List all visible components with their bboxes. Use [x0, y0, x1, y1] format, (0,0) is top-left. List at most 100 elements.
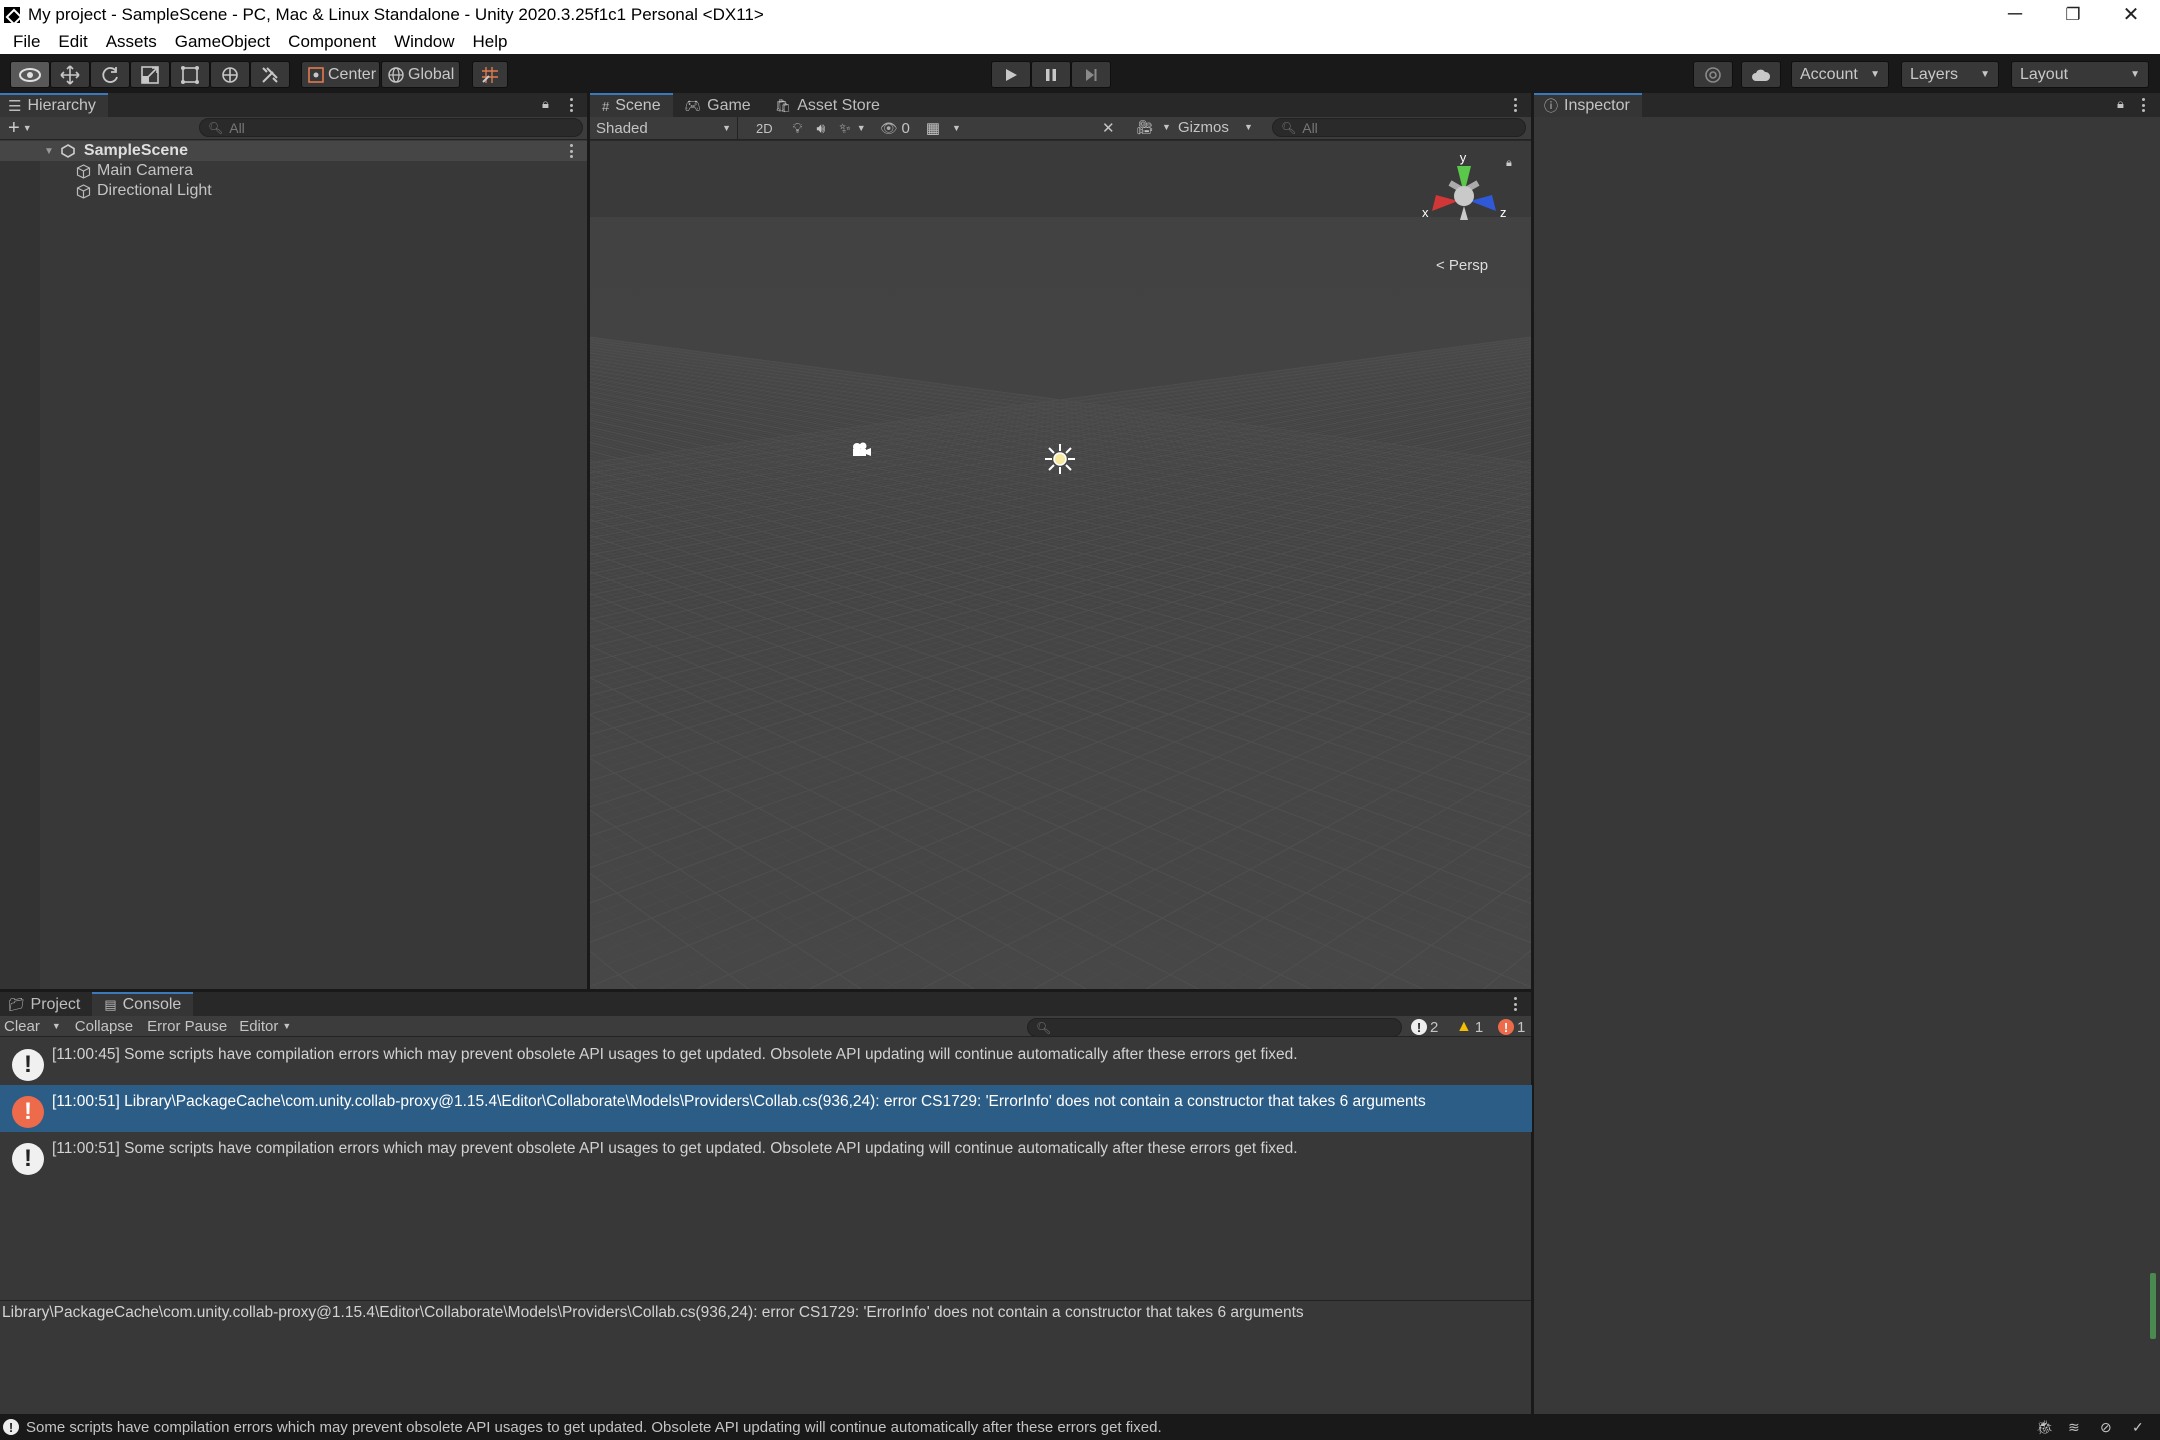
- menu-gameobject[interactable]: GameObject: [166, 32, 279, 52]
- minimize-button[interactable]: ─: [1986, 0, 2044, 29]
- console-entry[interactable]: ! [11:00:45] Some scripts have compilati…: [0, 1038, 1532, 1085]
- chevron-down-icon[interactable]: ▼: [1162, 122, 1171, 132]
- camera-icon[interactable]: 🎥︎: [1136, 119, 1154, 136]
- scene-menu-icon[interactable]: [1513, 98, 1517, 112]
- lock-icon[interactable]: 🔒︎: [542, 96, 549, 112]
- console-entry[interactable]: ! [11:00:51] Some scripts have compilati…: [0, 1132, 1532, 1179]
- lighting-toggle-icon[interactable]: 💡︎: [793, 120, 803, 137]
- lock-icon[interactable]: 🔒︎: [1506, 157, 1512, 170]
- status-message[interactable]: Some scripts have compilation errors whi…: [26, 1419, 1162, 1436]
- audio-toggle-icon[interactable]: 🔊︎: [816, 120, 825, 137]
- grid-toggle-icon[interactable]: ▦: [926, 119, 940, 137]
- menu-assets[interactable]: Assets: [97, 32, 166, 52]
- expand-arrow-icon[interactable]: ▼: [44, 146, 54, 157]
- tab-project[interactable]: 📁︎ Project: [0, 992, 93, 1016]
- projection-toggle[interactable]: < Persp: [1436, 257, 1488, 274]
- check-circle-icon[interactable]: ✓: [2132, 1419, 2144, 1436]
- debug-icon[interactable]: 🐞︎: [2036, 1419, 2054, 1436]
- custom-tool-button[interactable]: [250, 61, 290, 88]
- collapse-toggle[interactable]: Collapse: [75, 1018, 133, 1035]
- rect-tool-button[interactable]: [170, 61, 210, 88]
- gizmo-z-label: z: [1500, 205, 1507, 220]
- chevron-down-icon[interactable]: ▼: [282, 1021, 291, 1031]
- layout-dropdown[interactable]: Layout ▼: [2011, 61, 2149, 88]
- create-plus-icon[interactable]: +: [8, 117, 20, 140]
- warning-icon: ▲: [1456, 1018, 1472, 1035]
- grid-snap-icon: [482, 66, 498, 83]
- chevron-down-icon[interactable]: ▼: [23, 123, 32, 133]
- chevron-down-icon[interactable]: ▼: [952, 123, 961, 133]
- hidden-objects-icon[interactable]: 👁︎: [880, 120, 898, 137]
- collab-button[interactable]: [1693, 61, 1733, 88]
- gizmos-button[interactable]: Gizmos: [1178, 119, 1229, 136]
- restore-button[interactable]: ❐: [2044, 0, 2102, 29]
- clear-button[interactable]: Clear: [4, 1018, 40, 1035]
- tab-hierarchy[interactable]: ☰ Hierarchy: [0, 93, 108, 117]
- camera-gizmo-icon[interactable]: [848, 440, 872, 460]
- tab-inspector[interactable]: ⓘ Inspector: [1534, 93, 1642, 117]
- pivot-mode-button[interactable]: Center: [301, 61, 380, 88]
- editor-target-dropdown[interactable]: Editor: [239, 1018, 278, 1035]
- sun-light-gizmo-icon[interactable]: [1043, 442, 1077, 476]
- rect-transform-icon: [181, 65, 199, 84]
- chevron-down-icon[interactable]: ▼: [1244, 122, 1253, 132]
- console-divider: [0, 1300, 1531, 1301]
- cloud-button[interactable]: [1741, 61, 1781, 88]
- inspector-menu-icon[interactable]: [2141, 98, 2145, 112]
- view-tool-button[interactable]: [10, 61, 50, 88]
- chevron-down-icon[interactable]: ▼: [857, 123, 866, 133]
- menu-help[interactable]: Help: [464, 32, 517, 52]
- tab-console[interactable]: ▤ Console: [92, 992, 194, 1016]
- scene-menu-icon[interactable]: [569, 144, 573, 158]
- menu-edit[interactable]: Edit: [49, 32, 96, 52]
- layers-label: Layers: [1910, 65, 1959, 83]
- console-menu-icon[interactable]: [1513, 997, 1517, 1011]
- play-button[interactable]: [991, 61, 1031, 88]
- step-button[interactable]: [1071, 61, 1111, 88]
- console-entry-selected[interactable]: ! [11:00:51] Library\PackageCache\com.un…: [0, 1085, 1532, 1132]
- lock-icon[interactable]: 🔒︎: [2117, 96, 2124, 112]
- console-search-input[interactable]: 🔍︎: [1027, 1018, 1402, 1037]
- transform-tool-button[interactable]: [210, 61, 250, 88]
- hierarchy-menu-icon[interactable]: [569, 98, 573, 112]
- tab-asset-store[interactable]: 🛍︎ Asset Store: [762, 93, 892, 117]
- menu-component[interactable]: Component: [279, 32, 385, 52]
- scene-row[interactable]: ▼ SampleScene: [0, 141, 587, 161]
- tab-console-label: Console: [122, 996, 182, 1013]
- info-count-toggle[interactable]: ! 2: [1411, 1018, 1438, 1036]
- tab-scene[interactable]: # Scene: [590, 93, 673, 117]
- rotate-tool-button[interactable]: [90, 61, 130, 88]
- close-button[interactable]: ✕: [2102, 0, 2160, 29]
- error-pause-toggle[interactable]: Error Pause: [147, 1018, 227, 1035]
- scale-tool-button[interactable]: [130, 61, 170, 88]
- window-controls: ─ ❐ ✕: [1986, 0, 2160, 29]
- effects-toggle-icon[interactable]: ✨︎: [839, 120, 851, 137]
- scene-search-input[interactable]: 🔍︎ All: [1272, 118, 1526, 137]
- warning-count-toggle[interactable]: ▲ 1: [1456, 1018, 1483, 1036]
- menu-window[interactable]: Window: [385, 32, 463, 52]
- move-tool-button[interactable]: [50, 61, 90, 88]
- mode-2d-toggle[interactable]: 2D: [756, 121, 773, 136]
- layers-stack-icon[interactable]: ≋: [2068, 1419, 2080, 1436]
- hierarchy-search-input[interactable]: 🔍︎ All: [199, 118, 583, 137]
- layers-dropdown[interactable]: Layers ▼: [1901, 61, 1999, 88]
- chevron-down-icon: ▼: [1870, 69, 1880, 80]
- pivot-space-button[interactable]: Global: [381, 61, 460, 88]
- error-count-toggle[interactable]: ! 1: [1498, 1018, 1525, 1036]
- tools-icon[interactable]: ✕: [1102, 119, 1115, 137]
- tab-game[interactable]: 🎮︎ Game: [672, 93, 763, 117]
- chevron-down-icon[interactable]: ▼: [52, 1021, 61, 1031]
- shading-mode-dropdown[interactable]: Shaded ▼: [590, 116, 738, 140]
- console-entry-text: [11:00:51] Library\PackageCache\com.unit…: [52, 1093, 1426, 1110]
- auto-generate-lighting-icon[interactable]: ⊘: [2100, 1419, 2112, 1436]
- hierarchy-item-main-camera[interactable]: Main Camera: [0, 161, 587, 181]
- scene-search-placeholder: All: [1302, 119, 1318, 136]
- hierarchy-item-directional-light[interactable]: Directional Light: [0, 181, 587, 201]
- inspector-panel: ⓘ Inspector 🔒︎: [1534, 93, 2160, 1414]
- pause-button[interactable]: [1031, 61, 1071, 88]
- inspector-scroll-indicator[interactable]: [2150, 1273, 2156, 1339]
- scene-viewport[interactable]: y x z 🔒︎ < Persp: [590, 141, 1531, 989]
- grid-snapping-button[interactable]: [472, 61, 508, 88]
- account-dropdown[interactable]: Account ▼: [1791, 61, 1889, 88]
- menu-file[interactable]: File: [4, 32, 49, 52]
